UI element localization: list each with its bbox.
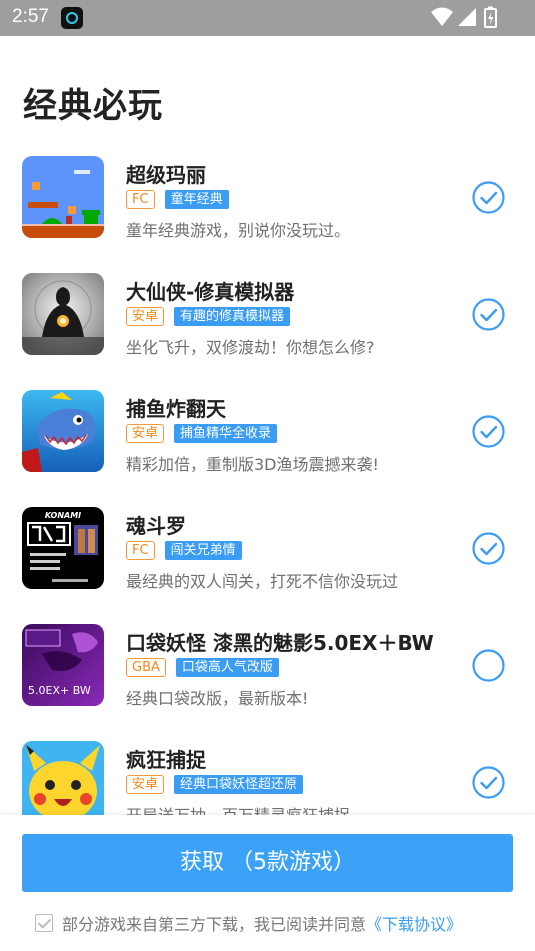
game-item[interactable]: 5.0EX+ BW 口袋妖怪 漆黑的魅影5.0EX＋BW GBA 口袋高人气改版 … [0,605,535,722]
agreement-checkbox[interactable] [35,914,53,932]
game-thumbnail-xianxia [22,273,104,355]
game-thumbnail-fish [22,390,104,472]
feature-tag: 童年经典 [164,190,229,209]
game-description: 最经典的双人闯关，打死不信你没玩过 [126,572,399,591]
game-name: 口袋妖怪 漆黑的魅影5.0EX＋BW [126,631,434,655]
game-item[interactable]: 捕鱼炸翻天 安卓 捕鱼精华全收录 精彩加倍，重制版3D渔场震撼来袭! [0,371,535,488]
game-name: 超级玛丽 [126,163,206,187]
app-notification-icon [61,7,83,29]
signal-icon [458,8,476,26]
status-icons [431,6,501,30]
platform-tag: 安卓 [126,307,165,326]
game-description: 开局送万抽，百万精灵疯狂捕捉 [126,802,350,815]
game-item[interactable]: KONAMI 魂斗罗 FC 闯关兄弟情 最经典的双人闯关，打死不信你没玩过 [0,488,535,605]
status-bar: 2:57 [0,0,535,36]
check-circle-icon[interactable] [472,415,505,448]
game-thumbnail-pikachu [22,741,104,815]
game-name: 捕鱼炸翻天 [126,397,226,421]
get-games-button[interactable]: 获取 （5款游戏） [22,834,513,892]
check-circle-icon[interactable] [472,532,505,565]
feature-tag: 经典口袋妖怪超还原 [174,775,304,794]
game-tags: 安卓 有趣的修真模拟器 [126,307,291,327]
agreement-text: 部分游戏来自第三方下载，我已阅读并同意 [62,915,367,934]
download-agreement-link[interactable]: 《下载协议》 [366,915,462,934]
game-name: 疯狂捕捉 [126,748,206,772]
game-tags: 安卓 经典口袋妖怪超还原 [126,775,304,795]
game-item[interactable]: 大仙侠-修真模拟器 安卓 有趣的修真模拟器 坐化飞升，双修渡劫！你想怎么修? [0,254,535,371]
game-description: 经典口袋改版，最新版本! [126,689,309,708]
platform-tag: FC [126,541,155,560]
check-circle-icon[interactable] [472,181,505,214]
game-list[interactable]: 超级玛丽 FC 童年经典 童年经典游戏，别说你没玩过。 大仙侠-修真模拟器 安卓… [0,137,535,815]
check-circle-icon[interactable] [472,766,505,799]
game-thumbnail-mario [22,156,104,238]
feature-tag: 有趣的修真模拟器 [174,307,291,326]
feature-tag: 捕鱼精华全收录 [174,424,278,443]
unchecked-circle-icon[interactable] [472,649,505,682]
platform-tag: 安卓 [126,775,165,794]
wifi-icon [431,7,453,26]
check-circle-icon[interactable] [472,298,505,331]
game-name: 大仙侠-修真模拟器 [126,280,295,304]
game-item[interactable]: 疯狂捕捉 安卓经典口袋妖怪超还原 开局送万抽，百万精灵疯狂捕捉 [0,722,535,815]
contra-brand-text: KONAMI [45,511,81,520]
platform-tag: GBA [126,658,166,677]
game-thumbnail-contra: KONAMI [22,507,104,589]
game-name: 魂斗罗 [126,514,186,538]
platform-tag: FC [126,190,155,209]
game-item[interactable]: 超级玛丽 FC 童年经典 童年经典游戏，别说你没玩过。 [0,137,535,254]
game-description: 精彩加倍，重制版3D渔场震撼来袭! [126,455,379,474]
game-tags: GBA 口袋高人气改版 [126,658,279,678]
pokemon-caption-text: 5.0EX+ BW [28,684,91,697]
battery-charging-icon [484,6,497,28]
game-description: 坐化飞升，双修渡劫！你想怎么修? [126,338,375,357]
game-tags: FC 闯关兄弟情 [126,541,242,561]
page-title: 经典必玩 [23,86,163,126]
game-description: 童年经典游戏，别说你没玩过。 [126,221,351,240]
feature-tag: 闯关兄弟情 [164,541,242,560]
game-tags: FC 童年经典 [126,190,229,210]
status-time: 2:57 [12,6,49,27]
bottom-bar: 获取 （5款游戏） 部分游戏来自第三方下载，我已阅读并同意《下载协议》 [0,815,535,951]
game-thumbnail-pokemon: 5.0EX+ BW [22,624,104,706]
feature-tag: 口袋高人气改版 [175,658,279,677]
agreement-row: 部分游戏来自第三方下载，我已阅读并同意《下载协议》 [35,911,462,934]
game-tags: 安卓 捕鱼精华全收录 [126,424,278,444]
platform-tag: 安卓 [126,424,165,443]
